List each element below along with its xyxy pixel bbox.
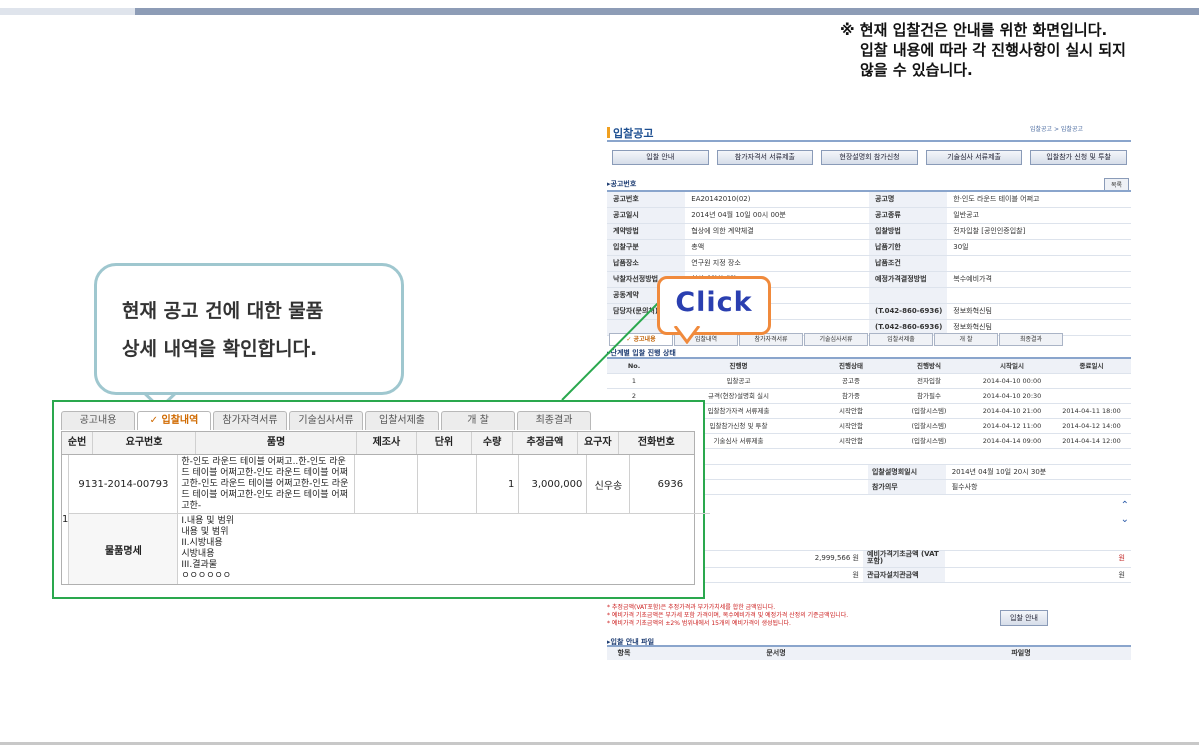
spec-text: I.내용 및 범위 내용 및 범위 II.시방내용 시방내용 III.결과물 ㅇ… [181, 516, 235, 581]
bottom-bar [0, 742, 1199, 745]
info-row: 계약방법 협상에 의한 계약체결 입찰방법 전자입찰 [공인인증입찰] [607, 224, 1131, 240]
tab-site-briefing[interactable]: 현장설명회 참가신청 [821, 150, 918, 165]
tab-bid-opening[interactable]: 개 찰 [441, 411, 515, 430]
click-pointer-icon [673, 326, 701, 344]
main-tabs: 입찰 안내 참가자격서 서류제출 현장설명회 참가신청 기술심사 서류제출 입찰… [612, 150, 1127, 165]
quantity: 1 [477, 455, 520, 513]
bid-guide-button[interactable]: 입찰 안내 [1000, 610, 1048, 626]
tab-qualification-docs[interactable]: 참가자격서류 [213, 411, 287, 430]
bid-details-table: 순번 요구번호 품명 제조사 단위 수량 추정금액 요구자 전화번호 1 913… [61, 431, 711, 585]
top-bar-dark [135, 8, 1199, 15]
top-bar-light [0, 8, 135, 15]
requester: 신우송 [587, 455, 631, 513]
info-row: 납품장소 연구원 지정 장소 납품조건 [607, 256, 1131, 272]
tab-qualification[interactable]: 참가자격서 서류제출 [716, 150, 814, 165]
request-number: 9131-2014-00793 [69, 455, 179, 513]
table-header: 순번 요구번호 품명 제조사 단위 수량 추정금액 요구자 전화번호 [62, 432, 694, 455]
notice-text: ※ 현재 입찰건은 안내를 위한 화면입니다. 입찰 내용에 따라 각 진행사항… [840, 21, 1126, 79]
file-table: 항목 문서명 파일명 [607, 645, 1131, 660]
tab-bid-guide[interactable]: 입찰 안내 [612, 150, 709, 165]
chevron-up-icon[interactable]: ⌃ [1121, 500, 1129, 511]
tab-tech-review-docs[interactable]: 기술심사서류 [289, 411, 363, 430]
spec-label: 물품명세 [69, 514, 179, 584]
stage-header: No. 진행명 진행상태 진행방식 시작일시 종료일시 [607, 359, 1131, 374]
estimated-amount: 3,000,000 [519, 455, 588, 513]
zoom-tabs: 공고내용 ✓ 입찰내역 참가자격서류 기술심사서류 입찰서제출 개 찰 최종결과 [61, 411, 593, 431]
tab-bid-submit[interactable]: 입찰참가 신청 및 투찰 [1030, 150, 1127, 165]
tab-final-result[interactable]: 최종결과 [517, 411, 591, 430]
click-label: Click [675, 287, 753, 318]
tab-bid-details[interactable]: ✓ 입찰내역 [137, 411, 211, 430]
breadcrumb: 입찰공고 > 입찰공고 [1029, 126, 1083, 133]
page-title: 입찰공고 [607, 125, 653, 141]
info-row: 입찰구분 총액 납품기한 30일 [607, 240, 1131, 256]
notes: * 추정금액(VAT포함)은 추정가격과 부가가치세를 합한 금액입니다. * … [607, 604, 849, 627]
item-name: 한-인도 라운드 테이블 어쩌고..한-인도 라운드 테이블 어쩌고한-인도 라… [178, 455, 356, 513]
tab-notice-content[interactable]: 공고내용 [61, 411, 135, 430]
section-notice: ▸공고번호 [607, 180, 637, 188]
stage-row: 1 입찰공고 공고중 전자입찰 2014-04-10 00:00 [607, 374, 1131, 389]
tab-tech-review[interactable]: 기술심사 서류제출 [925, 150, 1023, 165]
subtab-submit[interactable]: 입찰서제출 [869, 333, 933, 346]
phone-number: 6936 [657, 478, 684, 490]
subtab-opening[interactable]: 개 찰 [934, 333, 998, 346]
subtab-tech[interactable]: 기술심사서류 [804, 333, 868, 346]
info-row: 공고일시 2014년 04월 10일 00시 00분 공고종류 일반공고 [607, 208, 1131, 224]
row-number: 1 [62, 455, 70, 584]
subtab-result[interactable]: 최종결과 [999, 333, 1063, 346]
callout-text: 현재 공고 건에 대한 물품 상세 내역을 확인합니다. [122, 300, 324, 360]
maker [355, 455, 419, 513]
chevron-down-icon[interactable]: ⌄ [1121, 514, 1129, 525]
table-row: 1 9131-2014-00793 한-인도 라운드 테이블 어쩌고..한-인도… [62, 455, 711, 584]
bid-details-zoom: 공고내용 ✓ 입찰내역 참가자격서류 기술심사서류 입찰서제출 개 찰 최종결과… [52, 400, 711, 599]
info-row: 공고번호 EA20142010(02) 공고명 한·인도 라운드 테이블 어쩌고 [607, 192, 1131, 208]
tab-bid-submission[interactable]: 입찰서제출 [365, 411, 439, 430]
unit [418, 455, 478, 513]
subtab-notice[interactable]: ✓ 공고내용 [609, 333, 673, 346]
